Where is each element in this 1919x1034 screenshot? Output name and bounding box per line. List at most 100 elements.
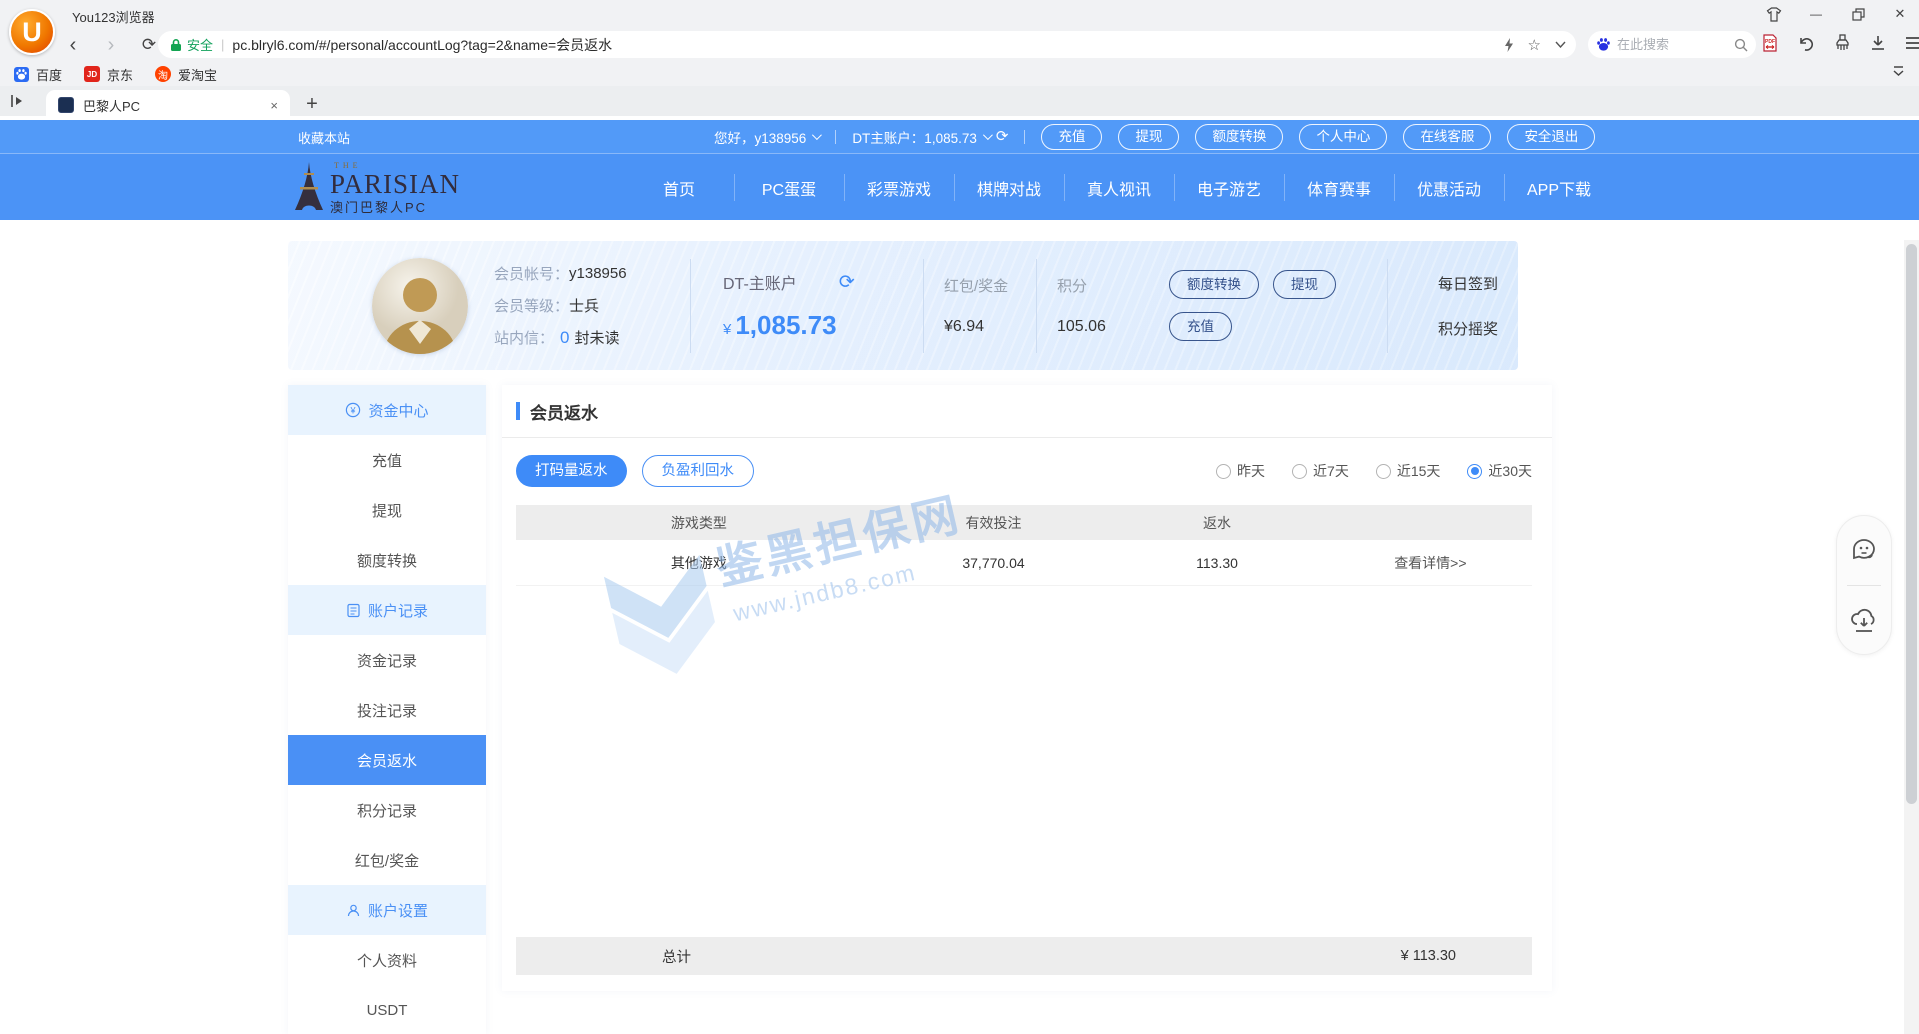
filter-7days[interactable]: 近7天 [1292,461,1349,481]
cleaner-brush-icon[interactable] [1834,34,1851,56]
tab-loss-rebate[interactable]: 负盈利回水 [642,455,755,487]
radio-icon [1292,464,1307,479]
address-bar[interactable]: 安全 | pc.blryl6.com/#/personal/accountLog… [158,31,1576,58]
sidebar-item-account-records[interactable]: 账户记录 [288,585,486,635]
nav-item-boardgames[interactable]: 棋牌对战 [954,154,1064,221]
download-icon[interactable] [1870,35,1886,56]
sidebar-item-bet-log[interactable]: 投注记录 [288,685,486,735]
withdraw-button[interactable]: 提现 [1273,270,1336,299]
nav-item-sports[interactable]: 体育赛事 [1284,154,1394,221]
sidebar-item-usdt[interactable]: USDT [288,985,486,1034]
site-topbar: 收藏本站 您好，y138956 DT主账户：1,085.73⟳ 充值 提现 额度… [0,120,1919,153]
transfer-button[interactable]: 额度转换 [1169,270,1259,299]
browser-tab[interactable]: 巴黎人PC × [46,90,290,120]
sidebar-item-bonus[interactable]: 红包/奖金 [288,835,486,885]
main-account-balance[interactable]: DT主账户：1,085.73⟳ [852,127,1008,147]
forward-button[interactable]: › [100,32,122,58]
undo-icon[interactable] [1797,35,1815,56]
deposit-button[interactable]: 充值 [1169,312,1232,341]
tab-bar: 巴黎人PC × + [0,86,1919,120]
scrollbar-thumb[interactable] [1906,244,1917,804]
filter-yesterday[interactable]: 昨天 [1216,461,1265,481]
chevron-down-icon[interactable] [1555,41,1566,48]
sidebar-item-transfer[interactable]: 额度转换 [288,535,486,585]
nav-item-home[interactable]: 首页 [624,154,734,221]
total-label: 总计 [662,946,691,967]
new-tab-button[interactable]: + [300,93,324,116]
avatar[interactable] [372,258,468,354]
toolbar-collapse-icon[interactable] [1892,64,1905,82]
theme-skin-icon[interactable] [1765,5,1783,23]
user-greeting[interactable]: 您好，y138956 [714,127,819,147]
sidebar-item-withdraw[interactable]: 提现 [288,485,486,535]
baidu-icon [1596,37,1611,52]
page-title: 会员返水 [530,399,598,424]
search-box[interactable] [1588,31,1756,58]
nav-item-promotions[interactable]: 优惠活动 [1394,154,1504,221]
cell-game-type: 其他游戏 [516,553,882,573]
eiffel-tower-icon [292,160,326,214]
search-icon[interactable] [1734,38,1748,52]
pdf-tool-icon[interactable]: PDF [1762,34,1778,57]
sidebar-item-account-settings[interactable]: 账户设置 [288,885,486,935]
refresh-balance-icon[interactable]: ⟳ [996,129,1009,144]
nav-item-app-download[interactable]: APP下载 [1504,154,1614,221]
quick-action-icon[interactable] [1504,38,1514,52]
sidebar-item-personal-info[interactable]: 个人资料 [288,935,486,985]
browser-chrome: U You123浏览器 — ✕ ‹ › ⟳ ⌂ [0,0,1919,120]
tab-list-toggle-icon[interactable] [10,94,26,113]
view-detail-link[interactable]: 查看详情>> [1329,553,1532,573]
nav-item-pcdandan[interactable]: PC蛋蛋 [734,154,844,221]
filter-30days[interactable]: 近30天 [1467,461,1532,481]
customer-service-icon[interactable] [1837,516,1891,585]
bookmark-star-icon[interactable]: ☆ [1528,36,1541,54]
rebate-table: 游戏类型 有效投注 返水 其他游戏 37,770.04 113.30 查看详情>… [516,505,1532,586]
site-logo[interactable]: THE PARISIAN 澳门巴黎人PC [292,160,460,214]
bookmarks-bar: 百度 JD 京东 淘 爱淘宝 [0,62,1919,86]
favorite-site-link[interactable]: 收藏本站 [298,128,350,147]
topbar-deposit-button[interactable]: 充值 [1041,124,1102,150]
nav-item-livecasino[interactable]: 真人视讯 [1064,154,1174,221]
nav-item-lottery[interactable]: 彩票游戏 [844,154,954,221]
taobao-icon: 淘 [155,66,171,82]
bookmark-baidu[interactable]: 百度 [14,65,62,84]
sidebar-item-fund-log[interactable]: 资金记录 [288,635,486,685]
topbar-profile-button[interactable]: 个人中心 [1299,124,1387,150]
sidebar: ¥ 资金中心 充值 提现 额度转换 账户记录 资金记录 投注记录 会员返水 积分… [288,385,486,1034]
sidebar-item-points-log[interactable]: 积分记录 [288,785,486,835]
points-lottery-link[interactable]: 积分摇奖 [1438,318,1498,339]
topbar-service-button[interactable]: 在线客服 [1403,124,1491,150]
cloud-download-icon[interactable] [1837,586,1891,655]
reload-button[interactable]: ⟳ [138,32,160,58]
tab-volume-rebate[interactable]: 打码量返水 [516,455,627,487]
bookmark-jd[interactable]: JD 京东 [84,65,133,84]
sidebar-item-member-rebate[interactable]: 会员返水 [288,735,486,785]
back-button[interactable]: ‹ [62,32,84,58]
points-value: 105.06 [1057,318,1143,336]
url-text[interactable]: pc.blryl6.com/#/personal/accountLog?tag=… [232,35,1495,55]
close-window-button[interactable]: ✕ [1891,5,1909,23]
daily-signin-link[interactable]: 每日签到 [1438,273,1498,294]
cell-rebate: 113.30 [1105,555,1329,571]
bookmark-taobao[interactable]: 淘 爱淘宝 [155,65,217,84]
topbar-logout-button[interactable]: 安全退出 [1507,124,1595,150]
menu-icon[interactable] [1905,36,1919,55]
nav-item-slots[interactable]: 电子游艺 [1174,154,1284,221]
filter-15days[interactable]: 近15天 [1376,461,1441,481]
sidebar-item-funds-center[interactable]: ¥ 资金中心 [288,385,486,435]
refresh-wallet-icon[interactable]: ⟳ [839,271,855,294]
inbox-row[interactable]: 站内信：0封未读 [494,327,690,348]
tab-title: 巴黎人PC [83,96,270,115]
floating-widget [1836,515,1892,655]
tab-favicon [58,97,74,113]
browser-toolbar: ‹ › ⟳ ⌂ 安全 | pc.blryl6.com/#/personal/ac… [0,28,1919,62]
page-scrollbar[interactable] [1904,240,1919,1034]
search-input[interactable] [1617,37,1734,52]
topbar-transfer-button[interactable]: 额度转换 [1195,124,1283,150]
topbar-withdraw-button[interactable]: 提现 [1118,124,1179,150]
restore-button[interactable] [1849,5,1867,23]
total-value: ¥ 113.30 [1401,948,1456,964]
minimize-button[interactable]: — [1807,5,1825,23]
tab-close-icon[interactable]: × [270,98,278,113]
sidebar-item-deposit[interactable]: 充值 [288,435,486,485]
